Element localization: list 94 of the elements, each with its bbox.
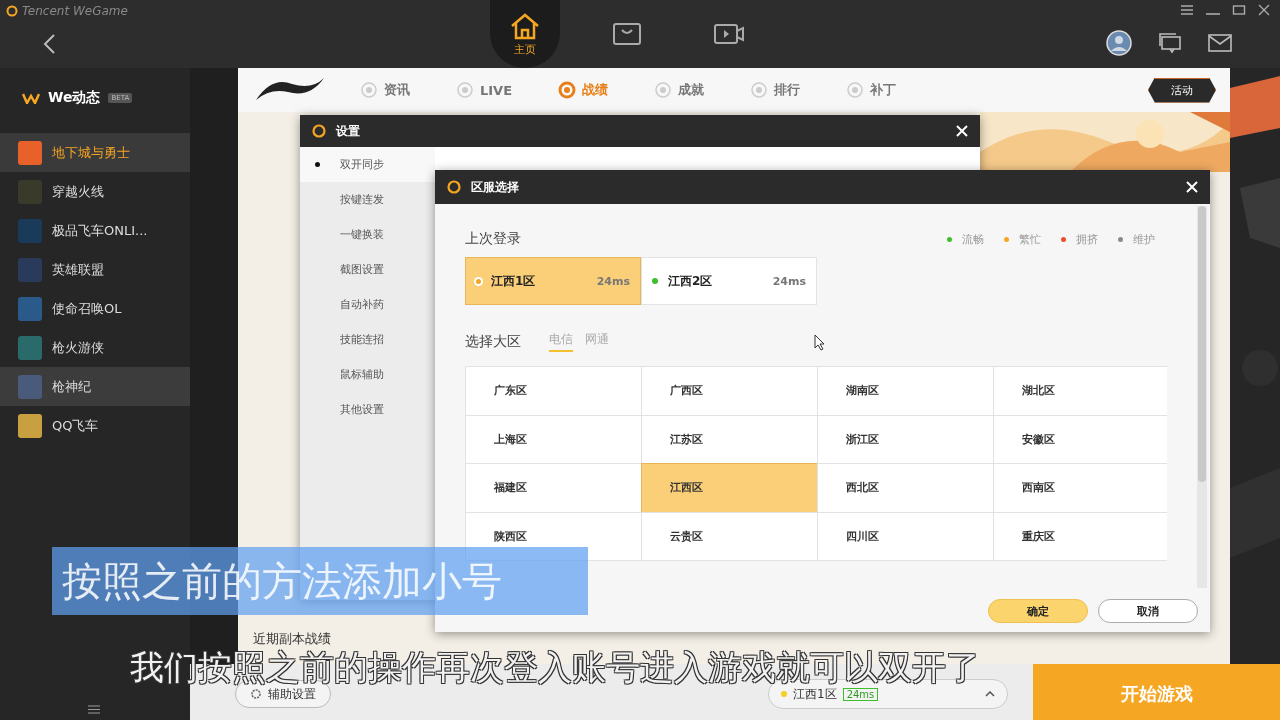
- legend-label: 繁忙: [1019, 231, 1041, 247]
- menu-icon: [1180, 4, 1194, 16]
- legend-label: 维护: [1133, 231, 1155, 247]
- sidebar-item[interactable]: QQ飞车: [0, 406, 190, 445]
- cursor-icon: [814, 334, 826, 351]
- tab-icon: [654, 81, 673, 99]
- game-icon: [18, 335, 42, 360]
- region-option[interactable]: 四川区: [817, 511, 994, 561]
- video-icon: [713, 23, 745, 45]
- close-icon: [1258, 4, 1270, 16]
- sidebar-header: We动态: [48, 89, 101, 107]
- sidebar-item[interactable]: 极品飞车ONLI...: [0, 211, 190, 250]
- section-title: 上次登录: [465, 230, 521, 248]
- menu-icon[interactable]: [88, 705, 100, 714]
- settings-menu-item[interactable]: 其他设置: [300, 392, 435, 427]
- region-option[interactable]: 广东区: [465, 366, 642, 416]
- region-option[interactable]: 湖南区: [817, 366, 994, 416]
- server-name: 江西1区: [793, 685, 837, 703]
- region-option[interactable]: 上海区: [465, 414, 642, 464]
- mail-icon[interactable]: [1208, 34, 1232, 52]
- region-option[interactable]: 西南区: [993, 463, 1167, 513]
- region-option[interactable]: 云贵区: [641, 511, 818, 561]
- tab-icon: [360, 81, 378, 99]
- game-tab[interactable]: LIVE: [456, 81, 513, 99]
- server-name: 江西1区: [491, 272, 536, 290]
- game-icon: [18, 296, 42, 321]
- tab-icon: [846, 81, 865, 99]
- sidebar-item[interactable]: 穿越火线: [0, 172, 190, 211]
- minimize-icon: [1206, 13, 1220, 15]
- tab-icon: [456, 81, 474, 99]
- settings-menu-item[interactable]: 一键换装: [300, 217, 435, 252]
- region-option[interactable]: 广西区: [641, 366, 818, 416]
- game-icon: [18, 218, 42, 243]
- game-icon: [18, 374, 42, 399]
- game-icon: [18, 257, 42, 282]
- game-tab[interactable]: 成就: [654, 81, 705, 99]
- avatar[interactable]: [1106, 30, 1132, 56]
- server-name: 江西2区: [668, 272, 713, 290]
- sidebar-item[interactable]: 枪火游侠: [0, 328, 190, 367]
- section-title: 选择大区: [465, 332, 521, 351]
- store-icon: [612, 22, 642, 46]
- region-option[interactable]: 福建区: [465, 463, 642, 513]
- confirm-button[interactable]: 确定: [988, 599, 1088, 623]
- legend-label: 流畅: [962, 231, 984, 247]
- chat-icon[interactable]: [1158, 32, 1182, 54]
- back-icon[interactable]: [42, 33, 56, 55]
- close-button[interactable]: [1186, 181, 1198, 193]
- legend-label: 拥挤: [1076, 231, 1098, 247]
- dialog-title: 区服选择: [471, 178, 519, 196]
- sidebar-item[interactable]: 枪神纪: [0, 367, 190, 406]
- scrollbar-thumb[interactable]: [1198, 206, 1206, 482]
- game-icon: [18, 140, 42, 165]
- close-button[interactable]: [956, 125, 968, 137]
- settings-menu-item[interactable]: 自动补药: [300, 287, 435, 322]
- game-tab[interactable]: 排行: [750, 81, 801, 99]
- logo-icon: [447, 180, 461, 194]
- w-logo-icon: [22, 92, 40, 104]
- server-card[interactable]: 江西2区 24ms: [641, 257, 817, 305]
- settings-menu-item[interactable]: 技能连招: [300, 322, 435, 357]
- window-title: Tencent WeGame: [22, 4, 128, 18]
- maximize-icon: [1232, 4, 1246, 16]
- region-option[interactable]: 西北区: [817, 463, 994, 513]
- ping-tag: 24ms: [842, 687, 879, 701]
- nav-tab[interactable]: 主页: [490, 0, 560, 68]
- cancel-button[interactable]: 取消: [1098, 599, 1198, 623]
- caret-icon: [985, 691, 995, 697]
- logo-icon: [312, 124, 326, 138]
- region-option[interactable]: 湖北区: [993, 366, 1167, 416]
- event-button[interactable]: 活动: [1148, 77, 1216, 103]
- dialog-title: 设置: [336, 122, 360, 140]
- server-card[interactable]: 江西1区 24ms: [465, 257, 641, 305]
- gear-icon: [250, 688, 262, 700]
- gear-icon: [558, 81, 577, 99]
- section-title: 近期副本战绩: [253, 630, 332, 648]
- settings-menu-item[interactable]: 按键连发: [300, 182, 435, 217]
- settings-menu-item[interactable]: 截图设置: [300, 252, 435, 287]
- home-icon: [509, 11, 541, 40]
- ping-label: 24ms: [596, 274, 630, 288]
- region-option[interactable]: 浙江区: [817, 414, 994, 464]
- game-tab[interactable]: 补丁: [846, 81, 897, 99]
- region-option[interactable]: 重庆区: [993, 511, 1167, 561]
- logo-icon: [6, 5, 18, 17]
- tab-icon: [750, 81, 769, 99]
- game-icon: [18, 413, 42, 438]
- region-option[interactable]: 江西区: [641, 463, 818, 513]
- ping-label: 24ms: [772, 274, 806, 288]
- sidebar-item[interactable]: 地下城与勇士: [0, 133, 190, 172]
- game-tab[interactable]: 资讯: [360, 81, 410, 99]
- region-option[interactable]: 安徽区: [993, 414, 1167, 464]
- settings-menu-item[interactable]: 鼠标辅助: [300, 357, 435, 392]
- sidebar-item[interactable]: 英雄联盟: [0, 250, 190, 289]
- region-option[interactable]: 江苏区: [641, 414, 818, 464]
- settings-menu-item[interactable]: 双开同步: [300, 147, 435, 182]
- sidebar-item[interactable]: 使命召唤OL: [0, 289, 190, 328]
